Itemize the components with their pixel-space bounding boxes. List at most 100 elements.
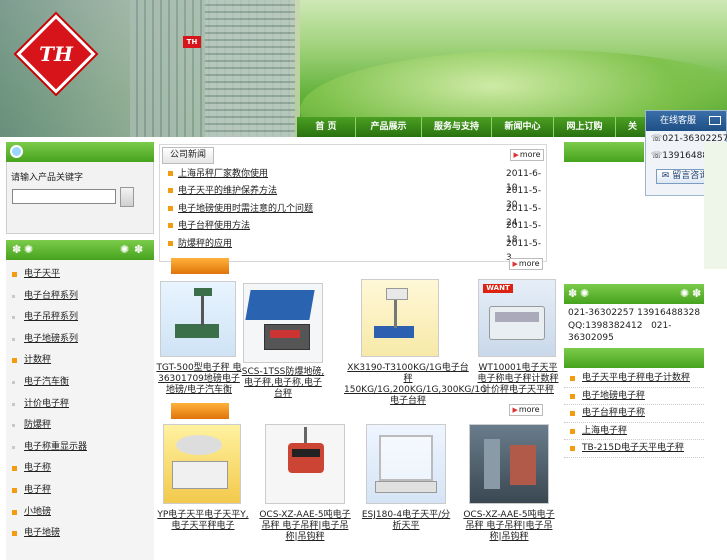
product-caption[interactable]: XK3190-T3100KG/1G电子台秤150KG/1G,200KG/1G,3… bbox=[344, 363, 487, 407]
scale-pole bbox=[394, 298, 397, 328]
bullet-icon bbox=[12, 531, 17, 537]
category-item[interactable]: 电子地磅系列 bbox=[6, 329, 154, 351]
category-item[interactable]: 电子称重显示器 bbox=[6, 437, 154, 459]
product-image[interactable] bbox=[163, 424, 241, 504]
factory-figure bbox=[484, 439, 500, 489]
product-caption[interactable]: YP电子天平电子天平Y,电子天平秤电子 bbox=[154, 510, 252, 532]
nav-news[interactable]: 新闻中心 bbox=[491, 117, 553, 137]
product-image[interactable] bbox=[361, 279, 439, 357]
flower-icon: ✽ bbox=[568, 287, 578, 300]
product-caption[interactable]: ESJ180-4电子天平/分析天平 bbox=[358, 510, 454, 532]
contact-info: 021-36302257 13916488328 QQ:1398382412 0… bbox=[568, 307, 702, 345]
product-image[interactable] bbox=[265, 424, 345, 504]
products2-section-tab bbox=[171, 403, 229, 419]
related-item[interactable]: TB-215D电子天平电子秤 bbox=[564, 440, 704, 458]
nav-order[interactable]: 网上订购 bbox=[553, 117, 615, 137]
products2-more-button[interactable]: ▶more bbox=[509, 404, 543, 416]
crane-scale-display bbox=[292, 449, 320, 457]
category-label: 计数秤 bbox=[24, 355, 52, 366]
products-more-button[interactable]: ▶more bbox=[509, 258, 543, 270]
category-item[interactable]: 电子天平 bbox=[6, 264, 154, 286]
bullet-icon bbox=[570, 411, 575, 417]
building-logo-sign: TH bbox=[183, 36, 201, 48]
news-title[interactable]: 上海吊秤厂家教你使用 bbox=[178, 167, 268, 181]
product-caption[interactable]: OCS-XZ-AAE-5吨电子吊秤 电子吊秤|电子吊称|吊钩秤 bbox=[258, 510, 352, 543]
bullet-icon bbox=[12, 358, 17, 364]
service-title-text: 在线客服 bbox=[660, 116, 697, 126]
related-label: 上海电子秤 bbox=[582, 425, 628, 436]
category-list: 电子天平 电子台秤系列 电子吊秤系列 电子地磅系列 计数秤 电子汽车衡 计价电子… bbox=[6, 260, 154, 560]
product-caption[interactable]: OCS-XZ-AAE-5吨电子吊秤 电子吊秤|电子吊称|吊钩秤 bbox=[461, 510, 557, 543]
more-label: more bbox=[518, 259, 540, 268]
indicator-display bbox=[270, 330, 300, 338]
nav-service[interactable]: 服务与支持 bbox=[421, 117, 491, 137]
arrow-icon: ▶ bbox=[513, 151, 519, 159]
category-label: 电子天平 bbox=[24, 269, 61, 279]
nav-home[interactable]: 首 页 bbox=[297, 117, 355, 137]
search-box: 请输入产品关键字 bbox=[6, 162, 154, 234]
news-title[interactable]: 电子地磅使用时需注意的几个问题 bbox=[178, 202, 313, 216]
company-logo-text: TH bbox=[39, 42, 73, 66]
bullet-icon bbox=[12, 272, 17, 277]
bullet-icon bbox=[12, 402, 15, 406]
news-title[interactable]: 电子台秤使用方法 bbox=[178, 219, 250, 233]
bullet-icon bbox=[168, 206, 173, 211]
category-item[interactable]: 电子汽车衡 bbox=[6, 372, 154, 394]
category-header: ✽ ✺ ✺ ✽ bbox=[6, 240, 154, 260]
news-title[interactable]: 电子天平的维护保养方法 bbox=[178, 184, 277, 198]
news-more-button[interactable]: ▶more bbox=[510, 149, 544, 161]
arrow-icon: ▶ bbox=[512, 260, 518, 268]
product-image[interactable] bbox=[366, 424, 446, 504]
product-image[interactable] bbox=[469, 424, 549, 504]
bullet-icon bbox=[12, 337, 15, 341]
product-image[interactable]: WANT bbox=[478, 279, 556, 357]
service-title: 在线客服 bbox=[646, 111, 726, 131]
company-news-panel: 公司新闻 ▶more 上海吊秤厂家教你使用 2011-6-10 电子天平的维护保… bbox=[159, 144, 547, 263]
category-item[interactable]: 计价电子秤 bbox=[6, 394, 154, 416]
nav-products[interactable]: 产品展示 bbox=[355, 117, 421, 137]
related-label: 电子天平电子秤电子计数秤 bbox=[582, 373, 691, 383]
category-item[interactable]: 电子地磅 bbox=[6, 523, 154, 545]
more-label: more bbox=[518, 405, 540, 414]
flower-icon: ✺ bbox=[24, 243, 34, 256]
mail-icon[interactable] bbox=[709, 116, 721, 125]
category-item[interactable]: 防爆秤 bbox=[6, 415, 154, 437]
right-top-bar bbox=[564, 142, 644, 162]
nav-about[interactable]: 关 bbox=[615, 117, 649, 137]
category-label: 电子台秤系列 bbox=[24, 290, 79, 301]
related-item[interactable]: 电子台秤电子称 bbox=[564, 405, 704, 423]
flower-icon: ✺ bbox=[680, 287, 690, 300]
category-item[interactable]: 电子秤 bbox=[6, 480, 154, 502]
search-button[interactable] bbox=[120, 187, 134, 207]
related-item[interactable]: 电子地磅电子秤 bbox=[564, 388, 704, 406]
category-label: 电子地磅系列 bbox=[24, 333, 79, 344]
balance-pan bbox=[176, 435, 222, 455]
category-item[interactable]: 电子称 bbox=[6, 458, 154, 480]
product-caption[interactable]: TGT-500型电子秤 电36301709地磅电子地磅/电子汽车衡 bbox=[156, 363, 242, 396]
category-item[interactable]: 电子台秤系列 bbox=[6, 286, 154, 308]
category-item[interactable]: 电子吊秤系列 bbox=[6, 307, 154, 329]
product-image[interactable] bbox=[243, 283, 323, 363]
product-caption[interactable]: SCS-1TSS防爆地磅,电子秤,电子称,电子台秤 bbox=[240, 367, 326, 400]
bullet-icon bbox=[570, 393, 575, 399]
related-label: 电子地磅电子秤 bbox=[582, 390, 646, 401]
category-item[interactable]: 小地磅 bbox=[6, 502, 154, 524]
bullet-icon bbox=[570, 446, 575, 452]
category-label: 电子称重显示器 bbox=[24, 441, 88, 452]
contact-qq: QQ:1398382412 bbox=[568, 320, 643, 331]
search-input[interactable] bbox=[12, 189, 116, 204]
product-caption[interactable]: WT10001电子天平电子称电子秤计数秤计价秤电子天平秤 bbox=[476, 363, 560, 396]
bullet-icon bbox=[12, 424, 15, 428]
bullet-icon bbox=[12, 509, 17, 515]
search-icon bbox=[10, 145, 23, 158]
news-tab[interactable]: 公司新闻 bbox=[162, 147, 214, 164]
bullet-icon bbox=[168, 188, 173, 193]
related-item[interactable]: 上海电子秤 bbox=[564, 423, 704, 441]
product-image[interactable] bbox=[160, 281, 236, 357]
crane-scale-body bbox=[288, 443, 324, 473]
related-item[interactable]: 电子天平电子秤电子计数秤 bbox=[564, 370, 704, 388]
flower-icon: ✺ bbox=[120, 243, 130, 256]
category-item[interactable]: 计数秤 bbox=[6, 350, 154, 372]
balance-base bbox=[375, 481, 437, 493]
news-title[interactable]: 防爆秤的应用 bbox=[178, 237, 232, 251]
